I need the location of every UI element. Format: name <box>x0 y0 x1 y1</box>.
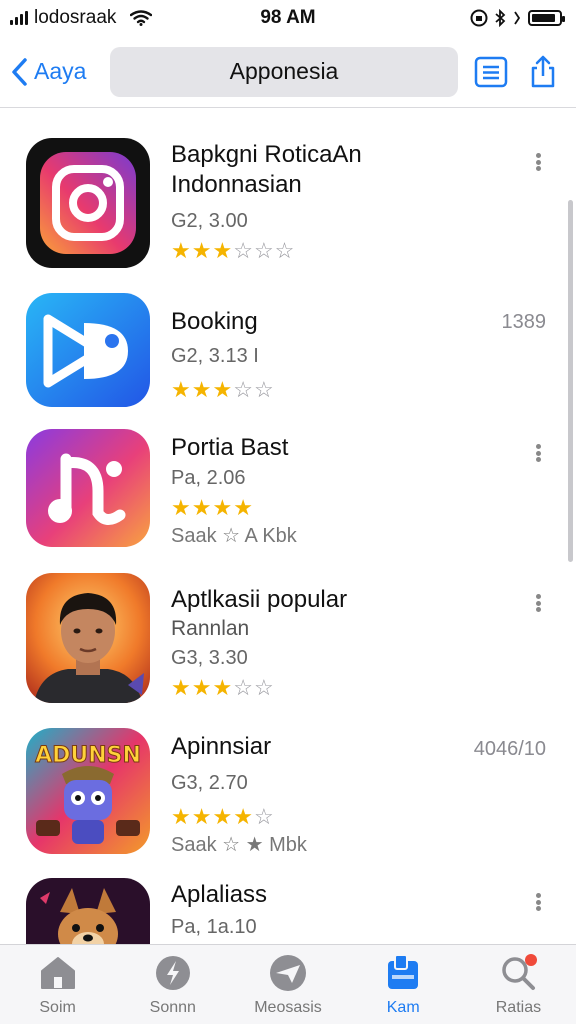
star-empty-icon: ☆ <box>253 804 275 829</box>
app-meta: G3, 3.30 <box>171 647 248 669</box>
star-filled-icon: ★ <box>191 238 213 263</box>
tab-kam[interactable]: Kam <box>346 945 461 1024</box>
more-options-button[interactable] <box>528 890 548 914</box>
tab-bar: Soim Sonnn Meosasis Kam Ratias <box>0 944 576 1024</box>
star-rating: ★★★☆☆☆ <box>171 236 362 266</box>
star-empty-icon: ☆ <box>253 675 275 700</box>
star-empty-icon: ☆ <box>233 377 254 402</box>
app-extra-info: Saak ☆ A Kbk <box>171 525 297 547</box>
bluetooth-icon <box>495 9 506 27</box>
paper-plane-icon <box>270 955 306 991</box>
app-size: 1389 <box>501 311 547 333</box>
stack-icon <box>388 954 419 989</box>
star-filled-icon: ★ <box>233 495 254 520</box>
star-filled-icon: ★ <box>191 377 213 402</box>
tab-label: Ratias <box>495 999 542 1016</box>
star-filled-icon: ★ <box>212 804 234 829</box>
list-icon[interactable] <box>474 55 508 89</box>
app-name: Bapkgni RoticaAn <box>171 141 362 168</box>
tab-soim[interactable]: Soim <box>0 945 115 1024</box>
star-empty-icon: ☆ <box>253 377 275 402</box>
orientation-lock-icon <box>470 9 488 27</box>
app-name: Aptlkasii popular <box>171 586 348 613</box>
star-rating: ★★★☆☆ <box>171 673 347 703</box>
portrait-icon[interactable] <box>26 573 150 703</box>
search-icon <box>502 954 538 990</box>
star-filled-icon: ★ <box>171 495 192 520</box>
home-icon <box>40 957 75 989</box>
more-options-button[interactable] <box>528 591 548 615</box>
app-meta: Pa, 1a.10 <box>171 916 257 938</box>
star-filled-icon: ★ <box>171 377 192 402</box>
star-empty-icon: ☆ <box>233 675 254 700</box>
wifi-icon <box>130 10 153 26</box>
star-filled-icon: ★ <box>212 675 234 700</box>
star-filled-icon: ★ <box>212 377 234 402</box>
navigation-bar: Aaya Apponesia <box>0 36 576 108</box>
star-filled-icon: ★ <box>191 675 213 700</box>
app-row[interactable]: Bapkgni RoticaAn Indonnasian G2, 3.00 ★★… <box>0 138 576 288</box>
app-subtitle: Indonnasian <box>171 171 302 198</box>
back-button-label: Aaya <box>34 58 87 84</box>
star-rating: ★★★☆☆ <box>171 375 275 405</box>
app-row[interactable]: ADUNSN Apinnsiar G3, 2.70 ★★★★☆ Saak ☆ ★… <box>0 728 576 878</box>
star-filled-icon: ★ <box>191 804 213 829</box>
notification-badge <box>525 954 538 966</box>
star-empty-icon: ☆ <box>253 238 275 263</box>
more-options-button[interactable] <box>528 150 548 174</box>
app-extra-info: Saak ☆ ★ Mbk <box>171 834 307 856</box>
music-note-icon[interactable] <box>26 429 150 547</box>
tab-meosasis[interactable]: Meosasis <box>230 945 345 1024</box>
app-name: Apinnsiar <box>171 733 272 760</box>
app-list: Bapkgni RoticaAn Indonnasian G2, 3.00 ★★… <box>0 110 576 944</box>
app-subtitle: Rannlan <box>171 617 250 640</box>
page-title: Apponesia <box>110 46 458 97</box>
robot-game-icon-text: ADUNSN <box>35 743 141 768</box>
robot-game-icon[interactable]: ADUNSN <box>26 728 150 854</box>
app-row[interactable]: Aptlkasii popular Rannlan G3, 3.30 ★★★☆☆ <box>0 573 576 723</box>
app-row[interactable]: Booking G2, 3.13 I ★★★☆☆ 1389 <box>0 293 576 443</box>
star-filled-icon: ★ <box>212 238 234 263</box>
alarm-icon <box>514 11 521 25</box>
star-rating: ★★★★ <box>171 493 297 523</box>
dog-game-icon[interactable] <box>26 878 150 944</box>
status-bar: lodosraak 98 AM <box>0 0 576 36</box>
star-empty-icon: ☆ <box>274 238 296 263</box>
tab-ratias[interactable]: Ratias <box>461 945 576 1024</box>
star-filled-icon: ★ <box>233 804 254 829</box>
star-filled-icon: ★ <box>171 238 192 263</box>
camera-icon[interactable] <box>26 138 150 268</box>
share-icon[interactable] <box>526 55 560 89</box>
star-filled-icon: ★ <box>171 804 192 829</box>
app-size: 4046/10 <box>473 738 546 760</box>
carrier-name: lodosraak <box>34 7 117 28</box>
app-meta: Pa, 2.06 <box>171 467 246 489</box>
star-filled-icon: ★ <box>191 495 213 520</box>
star-empty-icon: ☆ <box>233 238 254 263</box>
cellular-signal-icon <box>10 11 28 25</box>
app-meta: G2, 3.00 <box>171 210 248 232</box>
lightning-icon <box>155 956 190 990</box>
more-options-button[interactable] <box>528 441 548 465</box>
app-row[interactable]: Portia Bast Pa, 2.06 ★★★★ Saak ☆ A Kbk <box>0 429 576 579</box>
tab-label: Sonnn <box>149 999 196 1016</box>
star-filled-icon: ★ <box>212 495 234 520</box>
tab-label: Meosasis <box>254 999 322 1016</box>
app-name: Booking <box>171 308 258 335</box>
app-meta: G3, 2.70 <box>171 772 248 794</box>
app-meta: G2, 3.13 I <box>171 345 259 367</box>
back-button[interactable]: Aaya <box>10 57 110 87</box>
battery-icon <box>528 10 565 26</box>
app-name: Aplaliass <box>171 881 268 908</box>
page-title-text: Apponesia <box>229 58 339 84</box>
app-row[interactable]: Aplaliass Pa, 1a.10 <box>0 878 576 944</box>
star-filled-icon: ★ <box>171 675 192 700</box>
app-name: Portia Bast <box>171 434 289 461</box>
tab-sonnn[interactable]: Sonnn <box>115 945 230 1024</box>
tab-label: Soim <box>39 999 76 1016</box>
tab-label: Kam <box>386 999 420 1016</box>
chevron-left-icon <box>12 57 27 86</box>
star-rating: ★★★★☆ <box>171 802 307 832</box>
play-icon[interactable] <box>26 293 150 407</box>
